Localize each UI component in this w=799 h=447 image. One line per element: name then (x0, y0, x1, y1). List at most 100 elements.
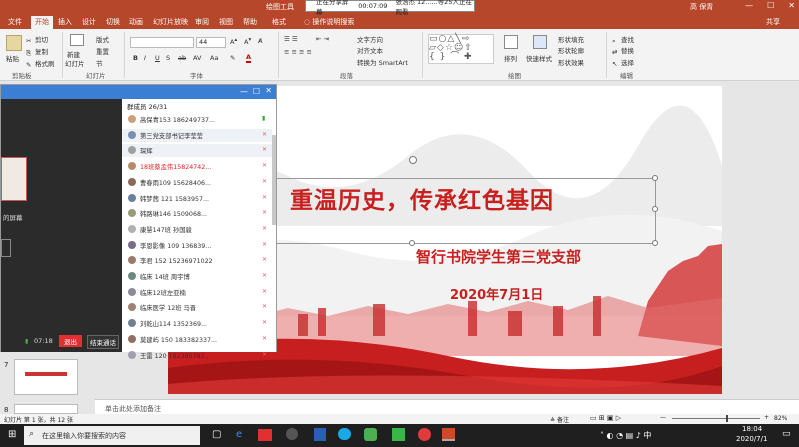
member-row[interactable]: 李君 152 15236971022 ✕ (122, 254, 272, 267)
exit-button[interactable]: 退出 (59, 335, 82, 347)
smartart-button[interactable]: 转换为 SmartArt (357, 57, 408, 67)
notes-pane[interactable]: 单击此处添加备注 (95, 399, 799, 415)
slide-thumbnail-8[interactable] (14, 404, 78, 414)
indent-icon[interactable]: ⇤ ⇥ (316, 35, 329, 43)
underline-icon[interactable]: U (155, 54, 160, 62)
slide-subtitle[interactable]: 智行书院学生第三党支部 (416, 246, 581, 267)
resize-handle[interactable] (652, 206, 658, 212)
highlight-icon[interactable]: ✎ (230, 54, 235, 62)
tell-me-search[interactable]: ◌ 操作说明搜索 (304, 17, 354, 27)
quick-styles-button[interactable]: 快速样式 (526, 53, 552, 63)
zoom-slider-thumb[interactable] (726, 415, 728, 422)
end-call-button[interactable]: 结束通话 (87, 335, 119, 349)
shared-screen-preview[interactable] (1, 157, 27, 201)
app-icon-circle[interactable] (286, 428, 298, 440)
tab-animations[interactable]: 动画 (129, 17, 143, 27)
section-button[interactable]: 节 (96, 58, 103, 68)
taskbar-time[interactable]: 18:04 (742, 425, 762, 433)
maximize-icon[interactable]: ☐ (253, 87, 260, 96)
tab-review[interactable]: 审阅 (195, 17, 209, 27)
shape-effects-button[interactable]: 形状效果 (558, 57, 584, 67)
font-name-box[interactable] (130, 37, 194, 48)
arrange-icon[interactable] (504, 35, 518, 49)
tab-insert[interactable]: 插入 (58, 17, 72, 27)
word-icon[interactable] (314, 428, 326, 441)
find-button[interactable]: ⌕ 查找 (612, 34, 634, 45)
wechat-icon[interactable] (364, 428, 377, 441)
layout-button[interactable]: 版式 (96, 34, 109, 44)
text-direction-button[interactable]: 文字方向 (357, 34, 383, 44)
shape-fill-button[interactable]: 形状填充 (558, 34, 584, 44)
member-row[interactable]: 曹春雨109 15628406... ✕ (122, 176, 272, 189)
tab-file[interactable]: 文件 (8, 17, 22, 27)
mic-muted-icon[interactable]: ✕ (262, 256, 268, 264)
mic-muted-icon[interactable]: ✕ (262, 131, 268, 139)
member-row[interactable]: 韩梦茜 121 1583957... ✕ (122, 192, 272, 205)
maximize-button[interactable]: ☐ (767, 1, 774, 10)
slide-title[interactable]: 重温历史，传承红色基因 (290, 181, 554, 215)
bullets-icon[interactable]: ☰ ☰ (284, 35, 298, 43)
member-row[interactable]: 韩路琳146 1509068... ✕ (122, 207, 272, 220)
member-row[interactable]: 临床12班左亚楠 ✕ (122, 286, 272, 299)
member-row[interactable]: 王雷 120 182385783... ✕ (122, 349, 272, 362)
notes-button[interactable]: ≙ 备注 (550, 415, 569, 424)
mic-muted-icon[interactable]: ✕ (262, 335, 268, 343)
system-tray-icons[interactable]: ˄ ◐ ◔ ▤ ♪ 中 (600, 430, 651, 441)
resize-handle[interactable] (652, 240, 658, 246)
mic-muted-icon[interactable]: ✕ (262, 319, 268, 327)
member-row[interactable]: 琛辉 ✕ (122, 144, 272, 158)
member-row[interactable]: 李恩影像 109 136839... ✕ (122, 239, 272, 252)
quick-styles-icon[interactable] (533, 35, 547, 49)
close-icon[interactable]: ✕ (265, 86, 272, 95)
select-button[interactable]: ↖ 选择 (612, 57, 634, 68)
member-row[interactable]: 莫建屿 150 183382337... ✕ (122, 333, 272, 346)
edge-icon[interactable]: e (236, 429, 242, 440)
chat-app-icon[interactable] (392, 428, 405, 441)
member-list-scrollbar[interactable] (272, 135, 276, 225)
view-buttons[interactable]: ▭ ⊞ ▣ ▷ (590, 414, 621, 422)
mic-muted-icon[interactable]: ✕ (262, 303, 268, 311)
close-button[interactable]: ✕ (788, 1, 795, 10)
mic-muted-icon[interactable]: ✕ (262, 146, 268, 154)
replace-button[interactable]: ⇄ 替换 (612, 45, 634, 56)
shadow-icon[interactable]: S (166, 54, 170, 62)
netease-icon[interactable] (418, 428, 431, 441)
align-icons[interactable]: ≡ ≡ ≡ ≡ (284, 48, 312, 56)
zoom-slider[interactable] (672, 418, 760, 419)
format-painter-button[interactable]: ✎ 格式刷 (26, 58, 55, 69)
new-slide-icon[interactable] (70, 34, 84, 46)
minimize-button[interactable]: — (745, 1, 753, 10)
shapes-gallery[interactable]: ▭○△╲⇨ ▱◇☆☺⇧{ } ⌒ ✚ (428, 34, 494, 64)
mic-muted-icon[interactable]: ✕ (262, 209, 268, 217)
copy-button[interactable]: ⎘ 复制 (26, 46, 48, 57)
task-view-icon[interactable]: ▢ (212, 429, 221, 440)
font-color-icon[interactable]: A (246, 53, 252, 63)
tab-help[interactable]: 帮助 (243, 17, 257, 27)
mic-muted-icon[interactable]: ✕ (262, 351, 268, 359)
call-panel-header[interactable]: — ☐ ✕ (1, 85, 276, 99)
cloud-app-icon[interactable] (338, 428, 351, 440)
strikethrough-icon[interactable]: ab (178, 54, 186, 62)
tab-view[interactable]: 视图 (219, 17, 233, 27)
zoom-out-icon[interactable]: — (660, 414, 666, 421)
mic-muted-icon[interactable]: ✕ (262, 288, 268, 296)
member-row[interactable]: 第三党支部书记李莹莹 ✕ (122, 128, 272, 142)
mic-muted-icon[interactable]: ✕ (262, 178, 268, 186)
paste-icon[interactable] (6, 35, 22, 51)
char-spacing-icon[interactable]: AV (193, 54, 201, 62)
member-row[interactable]: 临床医学 12班 马晋 ✕ (122, 301, 272, 314)
mic-muted-icon[interactable]: ✕ (262, 241, 268, 249)
tab-transitions[interactable]: 切换 (106, 17, 120, 27)
tab-design[interactable]: 设计 (82, 17, 96, 27)
member-row[interactable]: 康慧147班 孙国骏 ✕ (122, 223, 272, 236)
user-name[interactable]: 高 保青 (690, 2, 713, 12)
share-button[interactable]: 共享 (766, 17, 780, 27)
minimize-icon[interactable]: — (240, 87, 248, 96)
grow-font-icon[interactable]: A▴ (230, 37, 237, 46)
taskbar-date[interactable]: 2020/7/1 (736, 435, 767, 443)
shrink-font-icon[interactable]: A▾ (244, 37, 251, 46)
taskbar-search-box[interactable]: ⌕ 在这里输入你要搜索的内容 (24, 426, 200, 445)
member-row[interactable]: 临床 14班 周宇博 ✕ (122, 270, 272, 283)
rotate-handle-icon[interactable] (409, 156, 417, 164)
notification-icon[interactable]: ▭ (782, 429, 791, 439)
